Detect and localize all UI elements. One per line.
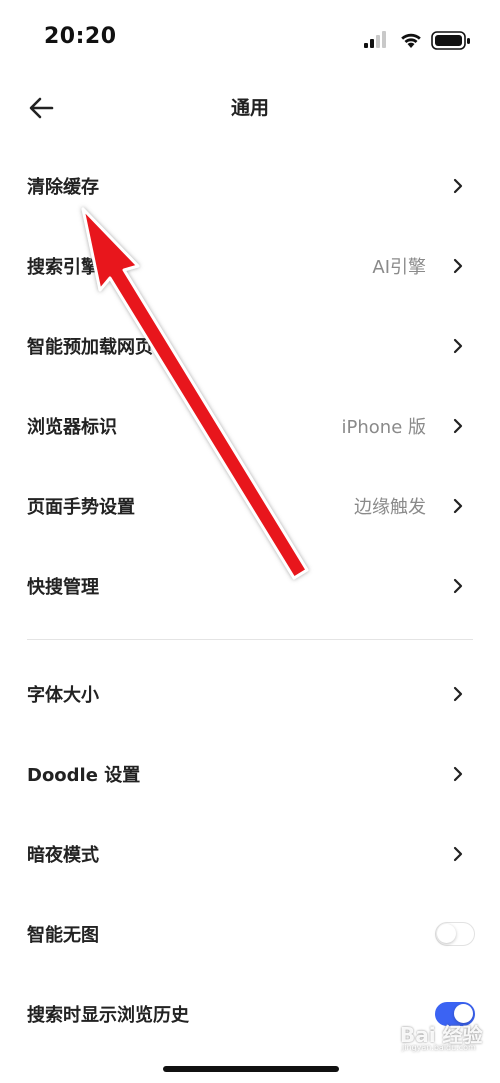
setting-doodle[interactable]: Doodle 设置 [0, 734, 500, 814]
wifi-icon [401, 33, 421, 48]
setting-label: 暗夜模式 [27, 845, 99, 866]
setting-label: 字体大小 [27, 685, 99, 706]
settings-screen: 20:20 通用 清除缓存 搜索引擎 AI引擎 智能预加载网页 浏览器标识 iP… [0, 0, 500, 1083]
setting-label: Doodle 设置 [27, 765, 141, 786]
setting-browser-ua[interactable]: 浏览器标识 iPhone 版 [0, 386, 500, 466]
chevron-right-icon [453, 258, 463, 274]
no-image-toggle[interactable] [435, 922, 475, 946]
page-title: 通用 [230, 97, 269, 119]
setting-label: 页面手势设置 [27, 497, 135, 518]
setting-smart-preload[interactable]: 智能预加载网页 [0, 306, 500, 386]
chevron-right-icon [453, 338, 463, 354]
setting-label: 清除缓存 [27, 177, 99, 198]
section-divider [0, 626, 500, 654]
chevron-right-icon [453, 846, 463, 862]
home-indicator [163, 1066, 339, 1072]
toggle-knob [437, 924, 456, 943]
setting-value: AI引擎 [372, 257, 426, 278]
setting-label: 智能无图 [27, 925, 99, 946]
chevron-right-icon [453, 498, 463, 514]
chevron-right-icon [453, 686, 463, 702]
divider-line [27, 639, 473, 640]
show-history-toggle[interactable] [435, 1002, 475, 1026]
toggle-knob [454, 1004, 473, 1023]
cellular-signal-icon [364, 31, 386, 48]
status-icons [364, 31, 470, 50]
chevron-right-icon [453, 178, 463, 194]
setting-dark-mode[interactable]: 暗夜模式 [0, 814, 500, 894]
setting-label: 搜索时显示浏览历史 [27, 1005, 189, 1026]
setting-page-gesture[interactable]: 页面手势设置 边缘触发 [0, 466, 500, 546]
chevron-right-icon [453, 578, 463, 594]
setting-show-history: 搜索时显示浏览历史 [0, 974, 500, 1054]
setting-value: 边缘触发 [354, 497, 426, 518]
status-bar: 20:20 [0, 0, 500, 80]
setting-label: 浏览器标识 [27, 417, 117, 438]
setting-value: iPhone 版 [341, 417, 426, 438]
setting-search-engine[interactable]: 搜索引擎 AI引擎 [0, 226, 500, 306]
setting-label: 智能预加载网页 [27, 337, 153, 358]
setting-quick-search[interactable]: 快搜管理 [0, 546, 500, 626]
setting-font-size[interactable]: 字体大小 [0, 654, 500, 734]
setting-label: 快搜管理 [27, 577, 99, 598]
setting-label: 搜索引擎 [27, 257, 99, 278]
chevron-right-icon [453, 766, 463, 782]
settings-list: 清除缓存 搜索引擎 AI引擎 智能预加载网页 浏览器标识 iPhone 版 页面… [0, 146, 500, 1054]
setting-no-image-mode: 智能无图 [0, 894, 500, 974]
battery-icon [431, 31, 470, 50]
status-time: 20:20 [44, 24, 117, 49]
setting-clear-cache[interactable]: 清除缓存 [0, 146, 500, 226]
chevron-right-icon [453, 418, 463, 434]
nav-bar: 通用 [0, 80, 500, 136]
